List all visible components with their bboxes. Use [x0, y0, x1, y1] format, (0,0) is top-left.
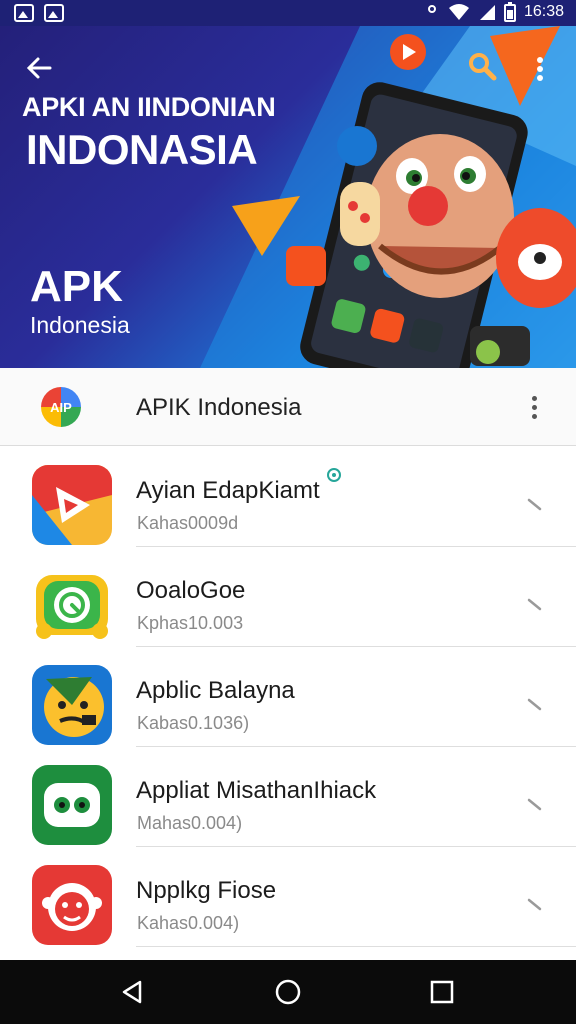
- chevron-icon: [527, 798, 542, 811]
- status-bar: 16:38: [0, 0, 576, 26]
- recents-nav-icon[interactable]: [426, 976, 458, 1008]
- app-header: AIP APIK Indonesia: [0, 368, 576, 446]
- chevron-icon: [527, 898, 542, 911]
- list-item[interactable]: Ayian EdapKiamt Kahas0009d: [0, 447, 576, 547]
- search-icon[interactable]: [466, 50, 498, 82]
- signal-dot-icon: [427, 5, 436, 13]
- list-item[interactable]: OoaloGoe Kphas10.003: [0, 547, 576, 647]
- home-nav-icon[interactable]: [272, 976, 304, 1008]
- emoji-face-icon: [32, 665, 112, 745]
- list-item[interactable]: Npplkg Fiose Kahas0.004): [0, 847, 576, 947]
- alarm-clock-icon: [32, 565, 112, 645]
- app-name: Npplkg Fiose: [136, 877, 277, 904]
- hero-title-line2: INDONASIA: [26, 126, 258, 173]
- overflow-menu-icon[interactable]: [530, 54, 550, 86]
- app-name: Appliat MisathanIhiack: [136, 777, 377, 804]
- app-meta: Kahas0009d: [137, 513, 239, 533]
- hero-title-line1: APKI AN IINDONIAN: [22, 92, 276, 122]
- app-header-title: APIK Indonesia: [136, 394, 302, 421]
- verified-badge-icon: [327, 468, 341, 482]
- app-meta: Kahas0.004): [137, 913, 240, 933]
- photo-notification-icon: [44, 4, 64, 22]
- app-logo-text: AIP: [50, 400, 72, 415]
- app-name: Apblic Balayna: [136, 677, 295, 704]
- hero-subtitle: Indonesia: [30, 312, 130, 338]
- gallery-notification-icon: [14, 4, 34, 22]
- app-meta: Kphas10.003: [137, 613, 244, 633]
- wifi-icon: [448, 4, 469, 20]
- app-logo-icon: AIP: [38, 384, 84, 430]
- app-header-more-icon[interactable]: [526, 392, 542, 424]
- hero-banner: APKI AN IINDONIAN INDONASIA APK Indonesi…: [0, 26, 576, 368]
- play-triangle-icon: [32, 465, 112, 545]
- back-nav-icon[interactable]: [116, 976, 148, 1008]
- app-meta: Kabas0.1036): [137, 713, 250, 733]
- chevron-icon: [527, 598, 542, 611]
- cell-signal-icon: [479, 5, 495, 20]
- list-item[interactable]: Appliat MisathanIhiack Mahas0.004): [0, 747, 576, 847]
- back-arrow-icon[interactable]: [24, 52, 56, 84]
- battery-icon: [503, 2, 516, 22]
- clock: 16:38: [523, 3, 564, 20]
- app-list: Ayian EdapKiamt Kahas0009d OoaloGoe Kpha…: [0, 447, 576, 947]
- app-name: Ayian EdapKiamt: [136, 477, 320, 504]
- navigation-bar: [0, 960, 576, 1024]
- monkey-face-icon: [32, 865, 112, 945]
- app-meta: Mahas0.004): [137, 813, 243, 833]
- hero-brand: APK: [30, 262, 123, 311]
- eyes-chat-icon: [32, 765, 112, 845]
- chevron-icon: [527, 698, 542, 711]
- list-item[interactable]: Apblic Balayna Kabas0.1036): [0, 647, 576, 747]
- chevron-icon: [527, 498, 542, 511]
- app-name: OoaloGoe: [136, 577, 246, 604]
- divider: [136, 946, 576, 947]
